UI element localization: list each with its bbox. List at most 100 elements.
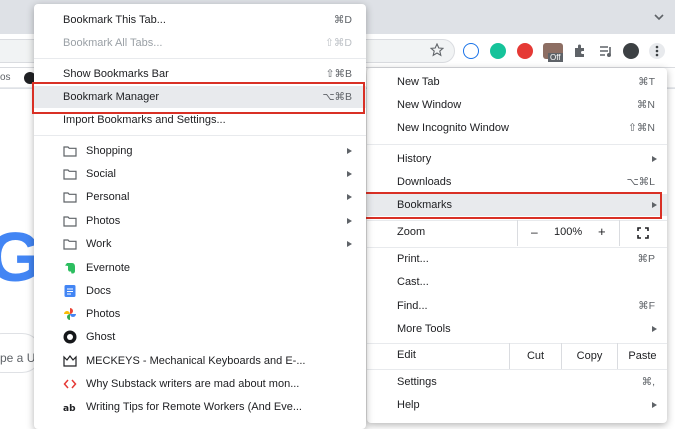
bookmark-photos[interactable]: Photos bbox=[34, 303, 366, 325]
chevron-right-icon bbox=[347, 171, 352, 177]
bookmark-evernote[interactable]: Evernote bbox=[34, 257, 366, 279]
chevron-right-icon bbox=[347, 148, 352, 154]
ghost-icon bbox=[63, 330, 77, 344]
menu-settings[interactable]: Settings ⌘, bbox=[367, 371, 667, 393]
bookmark-folder-shopping[interactable]: Shopping bbox=[34, 140, 366, 162]
bookmark-label: MECKEYS - Mechanical Keyboards and E-... bbox=[86, 355, 306, 367]
chevron-right-icon bbox=[347, 194, 352, 200]
menu-more-tools[interactable]: More Tools bbox=[367, 318, 667, 340]
evernote-icon bbox=[65, 263, 75, 274]
folder-icon bbox=[63, 239, 77, 250]
menu-label: Help bbox=[397, 399, 420, 411]
menu-history[interactable]: History bbox=[367, 148, 667, 170]
bookmark-label: Evernote bbox=[86, 262, 131, 274]
bookmark-folder-work[interactable]: Work bbox=[34, 233, 366, 255]
grammarly-icon[interactable] bbox=[490, 43, 506, 59]
avatar[interactable] bbox=[623, 43, 639, 59]
bookmark-label: Ghost bbox=[86, 331, 116, 343]
bookmark-substack[interactable]: Why Substack writers are mad about mon..… bbox=[34, 373, 366, 395]
menu-downloads[interactable]: Downloads ⌥⌘L bbox=[367, 171, 667, 193]
menu-label: Find... bbox=[397, 300, 428, 312]
extension-red-icon[interactable] bbox=[517, 43, 533, 59]
paste-button[interactable]: Paste bbox=[617, 343, 667, 369]
zoom-row: Zoom – 100% + bbox=[367, 220, 667, 246]
bookmark-meckeys[interactable]: MECKEYS - Mechanical Keyboards and E-... bbox=[34, 350, 366, 372]
ab-icon: ab bbox=[63, 404, 76, 414]
menu-new-tab[interactable]: New Tab ⌘T bbox=[367, 71, 667, 93]
media-control-icon[interactable] bbox=[598, 43, 614, 59]
menu-label: New Incognito Window bbox=[397, 122, 509, 134]
chevron-right-icon bbox=[652, 326, 657, 332]
puzzle-icon[interactable] bbox=[572, 43, 588, 59]
folder-icon bbox=[63, 169, 77, 180]
chevron-right-icon bbox=[652, 402, 657, 408]
bookmark-this-tab[interactable]: Bookmark This Tab... ⌘D bbox=[34, 9, 366, 31]
bookmark-label: Why Substack writers are mad about mon..… bbox=[86, 378, 300, 390]
menu-divider bbox=[367, 369, 667, 370]
cut-button[interactable]: Cut bbox=[509, 343, 561, 369]
chrome-main-menu: New Tab ⌘T New Window ⌘N New Incognito W… bbox=[367, 68, 667, 423]
chevron-down-icon[interactable] bbox=[653, 12, 665, 22]
bookmark-folder-personal[interactable]: Personal bbox=[34, 186, 366, 208]
copy-button[interactable]: Copy bbox=[561, 343, 617, 369]
bookmark-docs[interactable]: Docs bbox=[34, 280, 366, 302]
menu-find[interactable]: Find... ⌘F bbox=[367, 295, 667, 317]
search-placeholder-fragment: pe a U bbox=[0, 351, 36, 365]
extension-lens-icon[interactable] bbox=[463, 43, 479, 59]
zoom-level: 100% bbox=[554, 226, 583, 238]
shortcut: ⌘P bbox=[637, 253, 655, 265]
menu-new-window[interactable]: New Window ⌘N bbox=[367, 94, 667, 116]
chevron-right-icon bbox=[347, 218, 352, 224]
shortcut: ⌘D bbox=[333, 14, 352, 26]
menu-cast[interactable]: Cast... bbox=[367, 271, 667, 293]
menu-divider bbox=[34, 58, 366, 59]
bookmark-label: Work bbox=[86, 238, 112, 250]
menu-print[interactable]: Print... ⌘P bbox=[367, 248, 667, 270]
shortcut: ⌘N bbox=[636, 99, 655, 111]
folder-icon bbox=[63, 216, 77, 227]
bookmark-label: Shopping bbox=[86, 145, 133, 157]
bookmark-label: Photos bbox=[86, 215, 121, 227]
bookmark-writing-tips[interactable]: ab Writing Tips for Remote Workers (And … bbox=[34, 396, 366, 418]
bookmark-label: Writing Tips for Remote Workers (And Eve… bbox=[86, 401, 302, 413]
menu-label: More Tools bbox=[397, 323, 451, 335]
highlight-bookmarks bbox=[363, 192, 662, 219]
edit-label: Edit bbox=[397, 349, 416, 361]
menu-new-incognito-window[interactable]: New Incognito Window ⇧⌘N bbox=[367, 117, 667, 139]
fullscreen-icon[interactable] bbox=[637, 227, 649, 239]
bookmark-label: Docs bbox=[86, 285, 112, 297]
folder-icon bbox=[63, 192, 77, 203]
menu-label: New Tab bbox=[397, 76, 440, 88]
shortcut: ⇧⌘N bbox=[628, 122, 655, 134]
menu-label: Downloads bbox=[397, 176, 452, 188]
bookmark-ghost[interactable]: Ghost bbox=[34, 326, 366, 348]
shortcut: ⌘T bbox=[638, 76, 655, 88]
menu-label: Print... bbox=[397, 253, 429, 265]
menu-divider bbox=[367, 144, 667, 145]
zoom-in-button[interactable]: + bbox=[598, 224, 606, 239]
bookmark-folder-photos[interactable]: Photos bbox=[34, 210, 366, 232]
shortcut: ⌥⌘L bbox=[626, 176, 655, 188]
menu-label: Bookmark This Tab... bbox=[63, 14, 166, 26]
keyboard-icon bbox=[63, 355, 77, 367]
chevron-right-icon bbox=[652, 156, 657, 162]
bookmarks-submenu: Bookmark This Tab... ⌘D Bookmark All Tab… bbox=[34, 4, 366, 429]
chevron-right-icon bbox=[347, 241, 352, 247]
zoom-out-button[interactable]: – bbox=[531, 225, 538, 239]
star-icon[interactable] bbox=[430, 43, 444, 57]
menu-label: History bbox=[397, 153, 432, 165]
bookmark-folder-social[interactable]: Social bbox=[34, 163, 366, 185]
menu-label: Cast... bbox=[397, 276, 429, 288]
menu-divider bbox=[34, 135, 366, 136]
menu-help[interactable]: Help bbox=[367, 394, 667, 416]
shortcut: ⌘, bbox=[641, 376, 655, 388]
code-icon bbox=[63, 379, 77, 389]
off-badge: Off bbox=[548, 53, 563, 62]
photos-icon bbox=[64, 308, 76, 320]
bookmark-label: Personal bbox=[86, 191, 130, 203]
edit-row: Edit Cut Copy Paste bbox=[367, 343, 667, 369]
highlight-bookmark-manager bbox=[32, 82, 365, 114]
more-vert-icon[interactable] bbox=[649, 43, 665, 59]
zoom-controls: – 100% + bbox=[517, 220, 620, 246]
menu-label: Bookmark All Tabs... bbox=[63, 37, 163, 49]
